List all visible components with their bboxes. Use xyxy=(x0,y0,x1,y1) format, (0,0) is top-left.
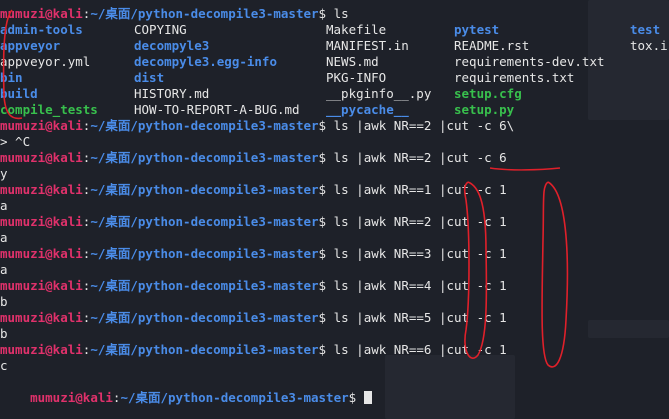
ls-entry-executable: setup.cfg xyxy=(454,86,522,101)
command-output: a xyxy=(0,262,8,277)
prompt-path: ~/桌面/python-decompile3-master xyxy=(90,118,319,133)
prompt-dollar: $ xyxy=(348,390,357,405)
command-text: ls |awk NR==1 |cut -c 1 xyxy=(333,182,507,197)
command-output: > ^C xyxy=(0,134,31,149)
ls-entry-directory: build xyxy=(0,86,38,101)
command-output: b xyxy=(0,294,8,309)
ls-entry-file: NEWS.md xyxy=(326,54,379,69)
prompt-line: mumuzi@kali:~/桌面/python-decompile3-maste… xyxy=(0,182,507,198)
prompt-line: mumuzi@kali:~/桌面/python-decompile3-maste… xyxy=(0,310,507,326)
command-output: y xyxy=(0,166,8,181)
prompt-dollar: $ xyxy=(318,150,327,165)
ls-entry-file: MANIFEST.in xyxy=(326,38,409,53)
ls-entry-directory: decompyle3.egg-info xyxy=(134,54,277,69)
prompt-user-host: mumuzi@kali xyxy=(30,390,113,405)
prompt-user-host: mumuzi@kali xyxy=(0,214,83,229)
command-text: ls |awk NR==5 |cut -c 1 xyxy=(333,310,507,325)
background-ghost-panel xyxy=(385,355,515,419)
prompt-user-host: mumuzi@kali xyxy=(0,342,83,357)
command-output: c xyxy=(0,358,8,373)
prompt-line: mumuzi@kali:~/桌面/python-decompile3-maste… xyxy=(0,150,507,166)
command-text: ls |awk NR==3 |cut -c 1 xyxy=(333,246,507,261)
ls-row: appveyor.yml decompyle3.egg-info NEWS.md re… xyxy=(0,54,669,70)
text-cursor xyxy=(363,391,372,404)
prompt-dollar: $ xyxy=(318,182,327,197)
prompt-path: ~/桌面/python-decompile3-master xyxy=(90,310,319,325)
prompt-path: ~/桌面/python-decompile3-master xyxy=(90,246,319,261)
command-text: ls |awk NR==2 |cut -c 1 xyxy=(333,214,507,229)
ls-row: appveyor decompyle3 MANIFEST.in README.rst t… xyxy=(0,38,669,54)
nr-column-loop-mark xyxy=(463,181,488,359)
prompt-dollar: $ xyxy=(318,6,327,21)
prompt-path: ~/桌面/python-decompile3-master xyxy=(90,214,319,229)
prompt-path: ~/桌面/python-decompile3-master xyxy=(90,342,319,357)
prompt-line: mumuzi@kali:~/桌面/python-decompile3-maste… xyxy=(0,246,507,262)
prompt-line: mumuzi@kali:~/桌面/python-decompile3-maste… xyxy=(0,118,514,134)
command-text: ls xyxy=(333,6,349,21)
prompt-path: ~/桌面/python-decompile3-master xyxy=(90,182,319,197)
prompt-user-host: mumuzi@kali xyxy=(0,278,83,293)
prompt-dollar: $ xyxy=(318,118,327,133)
ls-entry-file: Makefile xyxy=(326,22,387,37)
ls-entry-file: README.rst xyxy=(454,38,530,53)
command-output: b xyxy=(0,326,8,341)
ls-entry-file: requirements-dev.txt xyxy=(454,54,605,69)
ls-entry-directory: pytest xyxy=(454,22,500,37)
terminal-window[interactable]: mumuzi@kali:~/桌面/python-decompile3-maste… xyxy=(0,0,669,419)
prompt-line: mumuzi@kali:~/桌面/python-decompile3-maste… xyxy=(0,214,507,230)
ls-entry-directory: appveyor xyxy=(0,38,61,53)
prompt-user-host: mumuzi@kali xyxy=(0,118,83,133)
cut-6-underline-mark xyxy=(489,167,561,171)
prompt-user-host: mumuzi@kali xyxy=(0,310,83,325)
prompt-line: mumuzi@kali:~/桌面/python-decompile3-maste… xyxy=(0,278,507,294)
prompt-user-host: mumuzi@kali xyxy=(0,246,83,261)
command-text: ls |awk NR==2 |cut -c 6\ xyxy=(333,118,515,133)
ls-entry-file: HISTORY.md xyxy=(134,86,210,101)
ls-entry-directory: dist xyxy=(134,70,165,85)
prompt-dollar: $ xyxy=(318,214,327,229)
prompt-user-host: mumuzi@kali xyxy=(0,182,83,197)
ls-row: compile_tests HOW-TO-REPORT-A-BUG.md __pyc… xyxy=(0,102,669,118)
command-text: ls |awk NR==4 |cut -c 1 xyxy=(333,278,507,293)
prompt-dollar: $ xyxy=(318,278,327,293)
ls-entry-file: PKG-INFO xyxy=(326,70,387,85)
prompt-path: ~/桌面/python-decompile3-master xyxy=(90,150,319,165)
ls-entry-executable: setup.py xyxy=(454,102,515,117)
ls-row: bin dist PKG-INFO requirements.txt xyxy=(0,70,669,86)
ls-entry-file: COPYING xyxy=(134,22,187,37)
active-prompt-line[interactable]: mumuzi@kali:~/桌面/python-decompile3-maste… xyxy=(0,374,372,405)
prompt-dollar: $ xyxy=(318,342,327,357)
prompt-user-host: mumuzi@kali xyxy=(0,6,83,21)
prompt-dollar: $ xyxy=(318,310,327,325)
prompt-path: ~/桌面/python-decompile3-master xyxy=(90,6,319,21)
prompt-path: ~/桌面/python-decompile3-master xyxy=(120,390,349,405)
command-output: a xyxy=(0,230,8,245)
ls-row: build HISTORY.md __pkginfo__.py setup.cfg xyxy=(0,86,669,102)
cut-column-loop-mark xyxy=(541,181,569,368)
prompt-line: mumuzi@kali:~/桌面/python-decompile3-maste… xyxy=(0,342,507,358)
ls-entry-directory: test xyxy=(630,22,661,37)
background-ghost-panel xyxy=(588,320,669,338)
command-output: a xyxy=(0,198,8,213)
command-text: ls |awk NR==2 |cut -c 6 xyxy=(333,150,507,165)
command-text: ls |awk NR==6 |cut -c 1 xyxy=(333,342,507,357)
ls-entry-file: HOW-TO-REPORT-A-BUG.md xyxy=(134,102,300,117)
ls-entry-file: appveyor.yml xyxy=(0,54,91,69)
ls-row: admin-tools COPYING Makefile pytest test xyxy=(0,22,669,38)
prompt-dollar: $ xyxy=(318,246,327,261)
ls-entry-file: __pkginfo__.py xyxy=(326,86,432,101)
ls-entry-directory: __pycache__ xyxy=(326,102,409,117)
ls-entry-executable: compile_tests xyxy=(0,102,98,117)
ls-entry-directory: admin-tools xyxy=(0,22,83,37)
prompt-path: ~/桌面/python-decompile3-master xyxy=(90,278,319,293)
ls-entry-directory: decompyle3 xyxy=(134,38,210,53)
ls-entry-directory: bin xyxy=(0,70,23,85)
ls-entry-file: requirements.txt xyxy=(454,70,575,85)
prompt-user-host: mumuzi@kali xyxy=(0,150,83,165)
prompt-line: mumuzi@kali:~/桌面/python-decompile3-maste… xyxy=(0,6,349,22)
ls-entry-file: tox.i xyxy=(630,38,668,53)
